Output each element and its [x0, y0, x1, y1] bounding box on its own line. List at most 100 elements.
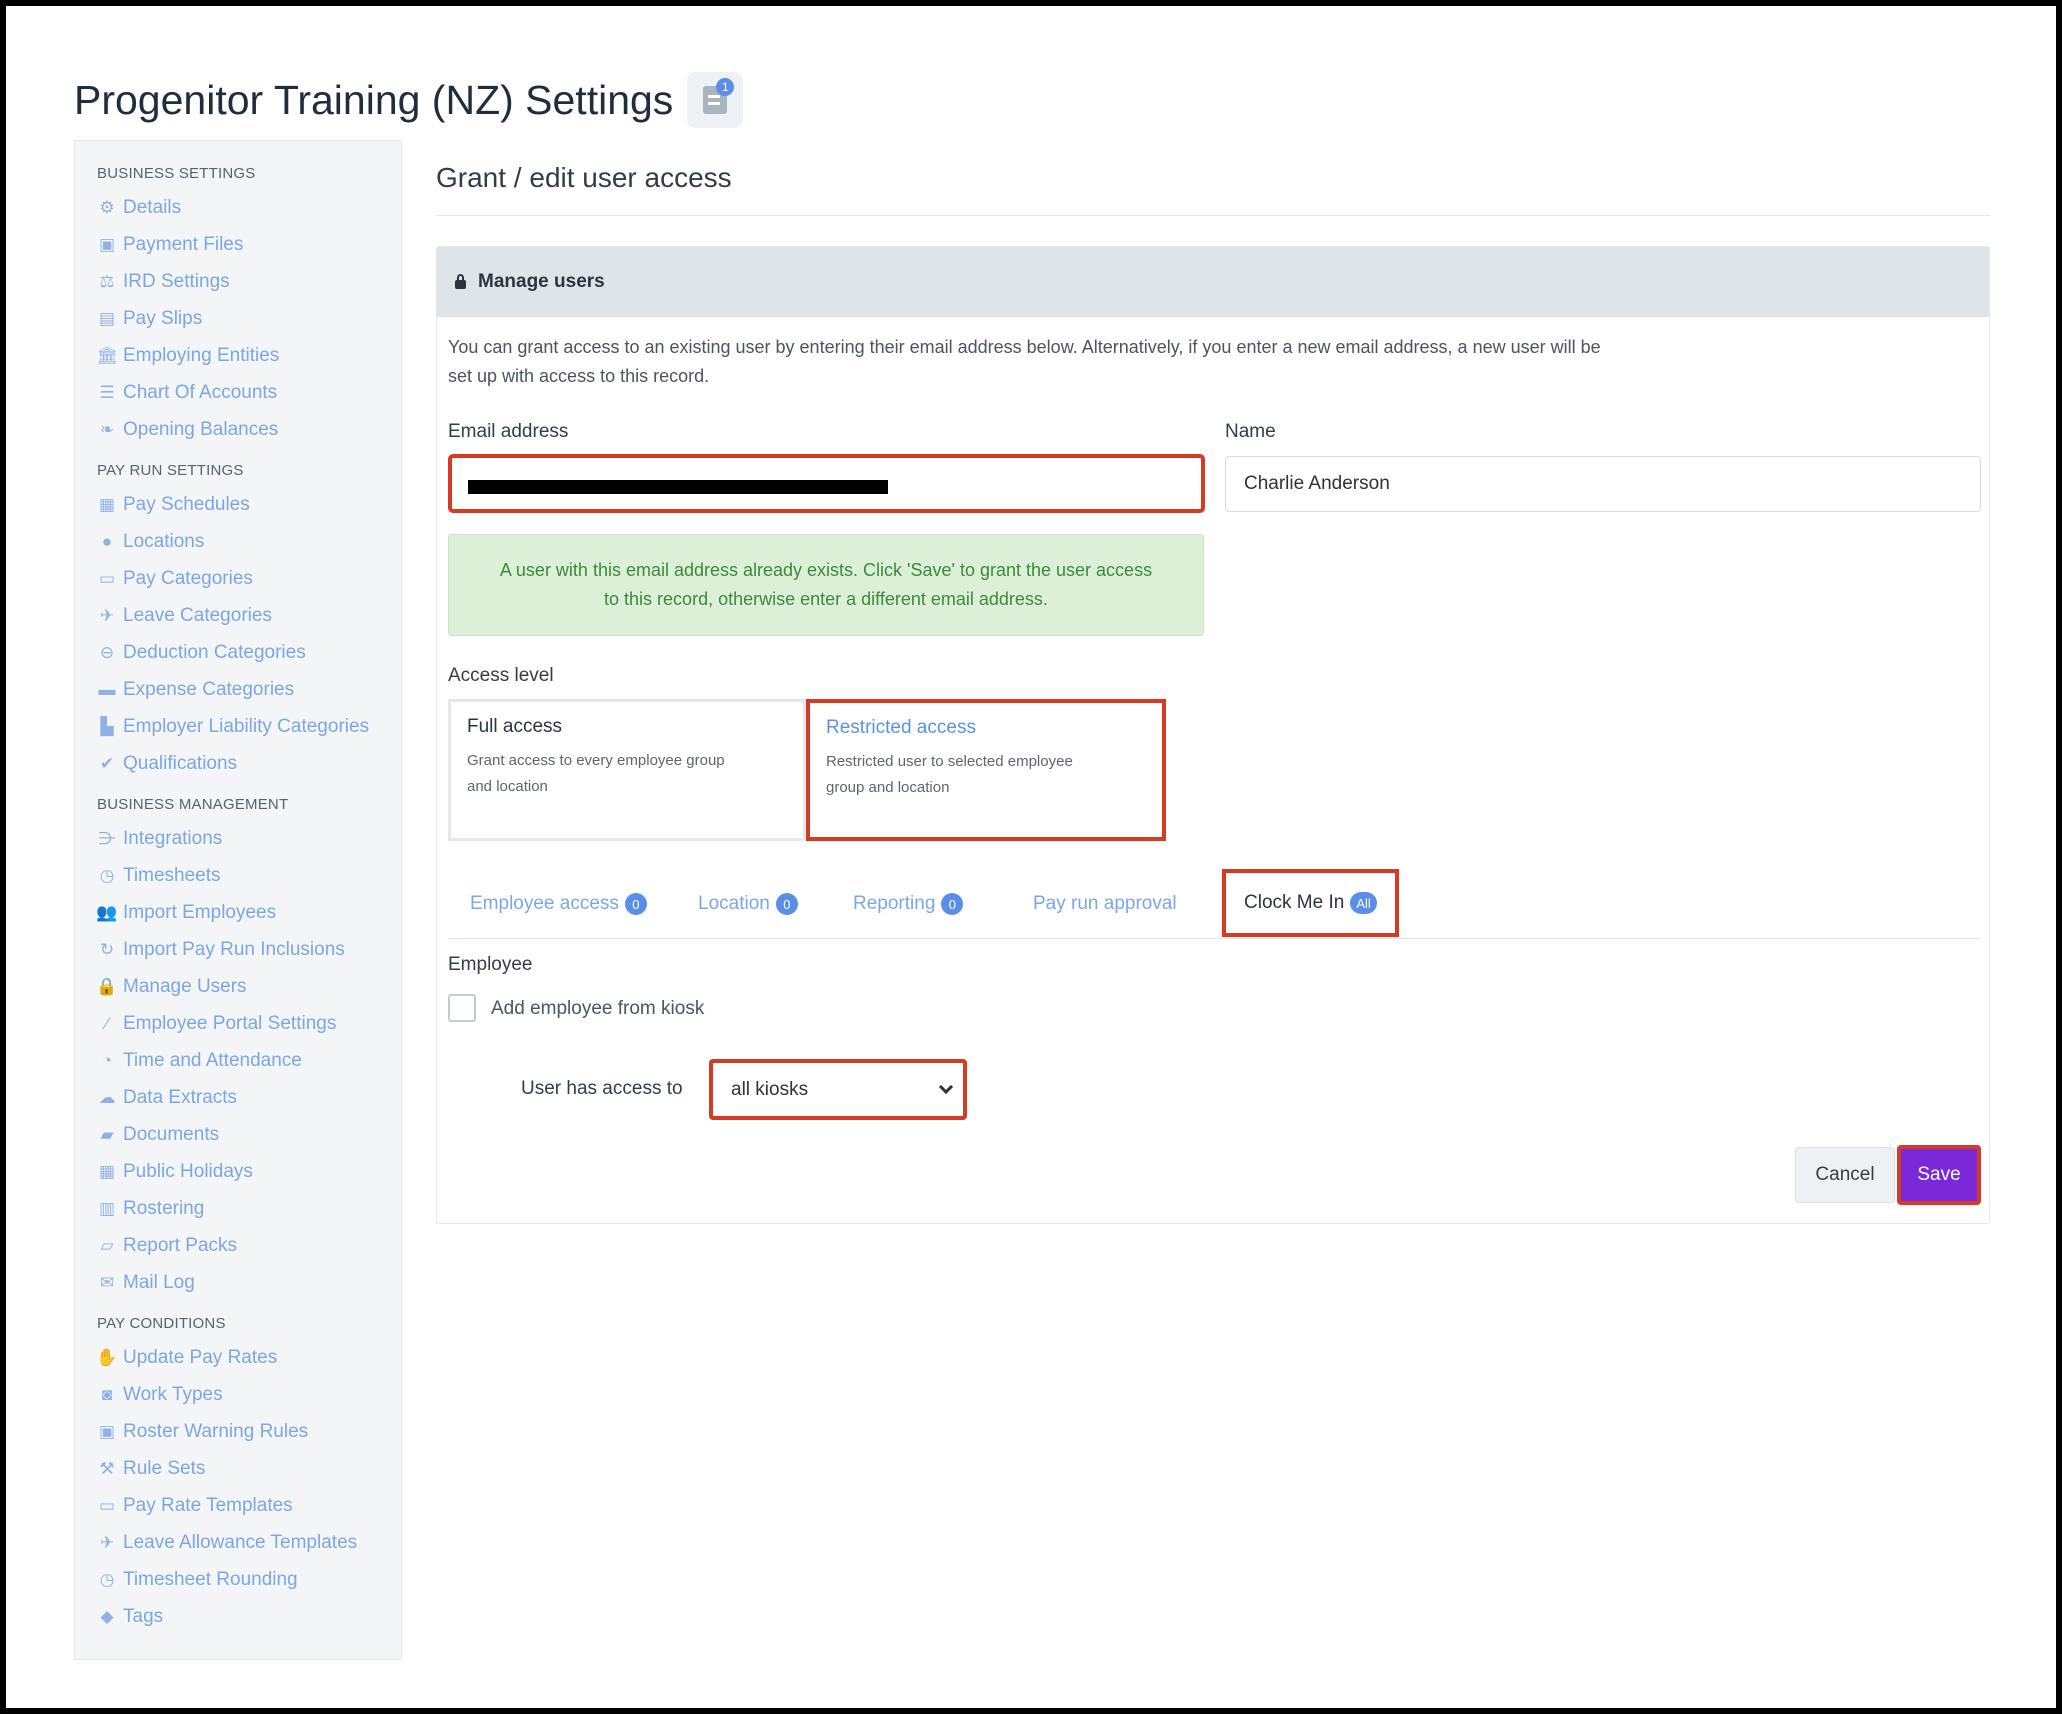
sidebar-item-label: Time and Attendance: [123, 1049, 302, 1071]
sidebar-item-timesheet-rounding[interactable]: ◷ Timesheet Rounding: [75, 1561, 401, 1598]
sidebar-item-import-pay-run-inclusions[interactable]: ↻ Import Pay Run Inclusions: [75, 931, 401, 968]
sidebar-item-employee-portal-settings[interactable]: ⁄ Employee Portal Settings: [75, 1005, 401, 1042]
access-level-options: Full access Grant access to every employ…: [448, 699, 1166, 841]
kiosk-access-select[interactable]: all kiosks: [709, 1059, 967, 1120]
floppy-icon: ▣: [98, 234, 116, 254]
sidebar-item-label: Deduction Categories: [123, 641, 306, 663]
sidebar-item-public-holidays[interactable]: ▦ Public Holidays: [75, 1153, 401, 1190]
notes-button[interactable]: 1: [687, 72, 744, 128]
sidebar-item-label: Chart Of Accounts: [123, 381, 278, 403]
tab-count-badge: 0: [624, 893, 647, 915]
sidebar-item-work-types[interactable]: ◙ Work Types: [75, 1376, 401, 1413]
tab-label: Pay run approval: [1033, 893, 1177, 914]
restricted-access-title: Restricted access: [826, 717, 976, 738]
sidebar-item-label: Employer Liability Categories: [123, 715, 370, 737]
sidebar-item-label: Expense Categories: [123, 678, 295, 700]
sidebar-item-label: Import Employees: [123, 901, 277, 923]
camera-icon: ◙: [101, 1384, 113, 1404]
stopwatch-icon: ◔: [101, 1050, 113, 1070]
sidebar-item-leave-categories[interactable]: ✈ Leave Categories: [75, 597, 401, 634]
sidebar-item-opening-balances[interactable]: ❧ Opening Balances: [75, 411, 401, 448]
sidebar-item-timesheets[interactable]: ◷ Timesheets: [75, 857, 401, 894]
sidebar-item-chart-of-accounts[interactable]: ☰ Chart Of Accounts: [75, 374, 401, 411]
tab-location[interactable]: Location 0: [698, 869, 798, 939]
name-label: Name: [1225, 421, 1276, 442]
manage-users-panel: Manage users You can grant access to an …: [436, 246, 1990, 1224]
page-title: Progenitor Training (NZ) Settings 1: [74, 72, 744, 128]
intro-line-2: set up with access to this record.: [448, 366, 710, 386]
sidebar-item-integrations[interactable]: ⋺ Integrations: [75, 820, 401, 857]
sidebar-item-label: Employee Portal Settings: [123, 1012, 337, 1034]
sidebar-item-rule-sets[interactable]: ⚒ Rule Sets: [75, 1450, 401, 1487]
sidebar-item-mail-log[interactable]: ✉ Mail Log: [75, 1264, 401, 1301]
sidebar-item-data-extracts[interactable]: ☁ Data Extracts: [75, 1079, 401, 1116]
check-icon: ✔: [99, 753, 115, 773]
existing-user-alert: A user with this email address already e…: [448, 534, 1204, 636]
sidebar-item-label: Work Types: [123, 1383, 223, 1405]
sidebar-item-label: Roster Warning Rules: [123, 1420, 309, 1442]
sidebar-item-manage-users[interactable]: 🔒 Manage Users: [75, 968, 401, 1005]
email-field[interactable]: [448, 454, 1205, 513]
sidebar-item-details[interactable]: ⚙ Details: [75, 189, 401, 226]
calendar-icon: ▦: [98, 1161, 116, 1181]
sidebar-item-documents[interactable]: ▰ Documents: [75, 1116, 401, 1153]
sidebar-item-tags[interactable]: ◆ Tags: [75, 1598, 401, 1635]
sidebar-item-time-and-attendance[interactable]: ◔ Time and Attendance: [75, 1042, 401, 1079]
sidebar-item-label: Data Extracts: [123, 1086, 238, 1108]
sidebar-item-qualifications[interactable]: ✔ Qualifications: [75, 745, 401, 782]
sidebar-item-payment-files[interactable]: ▣ Payment Files: [75, 226, 401, 263]
redacted-email: [468, 480, 888, 494]
sidebar-item-label: Opening Balances: [123, 418, 279, 440]
sidebar-item-ird-settings[interactable]: ⚖ IRD Settings: [75, 263, 401, 300]
lock-icon: 🔒: [96, 976, 118, 996]
sidebar-item-pay-rate-templates[interactable]: ▭ Pay Rate Templates: [75, 1487, 401, 1524]
bar-chart-icon: ▙: [100, 716, 114, 736]
alert-line-1: A user with this email address already e…: [499, 560, 1153, 580]
folder-open-icon: ▱: [100, 1235, 114, 1255]
tab-employee-access[interactable]: Employee access 0: [470, 869, 647, 939]
sidebar-item-roster-warning-rules[interactable]: ▣ Roster Warning Rules: [75, 1413, 401, 1450]
sidebar-item-update-pay-rates[interactable]: ✋ Update Pay Rates: [75, 1339, 401, 1376]
sidebar-item-expense-categories[interactable]: ▬ Expense Categories: [75, 671, 401, 708]
restricted-access-option[interactable]: Restricted access Restricted user to sel…: [806, 699, 1166, 841]
full-access-option[interactable]: Full access Grant access to every employ…: [448, 699, 806, 841]
integrations-icon: ⋺: [98, 828, 116, 848]
save-button[interactable]: Save: [1897, 1145, 1981, 1205]
sidebar-item-pay-slips[interactable]: ▤ Pay Slips: [75, 300, 401, 337]
calendar-alt-icon: ▥: [98, 1198, 116, 1218]
page-title-text: Progenitor Training (NZ) Settings: [74, 76, 674, 123]
tab-label: Location: [698, 893, 770, 914]
tab-label: Clock Me In: [1244, 892, 1345, 913]
sidebar-item-label: IRD Settings: [123, 270, 230, 292]
calendar-warning-icon: ▣: [98, 1421, 116, 1441]
tab-count-badge: 0: [941, 893, 964, 915]
gear-icon: ⚙: [99, 197, 115, 217]
tab-pay-run-approval[interactable]: Pay run approval: [1033, 869, 1177, 939]
name-field[interactable]: [1225, 456, 1981, 512]
tab-reporting[interactable]: Reporting 0: [853, 869, 964, 939]
sidebar-item-employer-liability-categories[interactable]: ▙ Employer Liability Categories: [75, 708, 401, 745]
scale-icon: ⚖: [99, 271, 115, 291]
sidebar-item-label: Timesheets: [123, 864, 221, 886]
sidebar-heading: PAY CONDITIONS: [97, 1315, 226, 1332]
money-icon: ▭: [98, 568, 116, 588]
tab-label: Employee access: [470, 893, 619, 914]
sidebar-item-pay-schedules[interactable]: ▦ Pay Schedules: [75, 486, 401, 523]
access-level-label: Access level: [448, 665, 554, 686]
sidebar-item-label: Update Pay Rates: [123, 1346, 278, 1368]
sidebar-heading: BUSINESS SETTINGS: [97, 165, 256, 182]
sidebar-item-label: Leave Categories: [123, 604, 272, 626]
sidebar-item-employing-entities[interactable]: 🏛 Employing Entities: [75, 337, 401, 374]
tab-clock-me-in[interactable]: Clock Me In All: [1222, 869, 1399, 937]
sidebar-item-deduction-categories[interactable]: ⊖ Deduction Categories: [75, 634, 401, 671]
add-employee-checkbox[interactable]: [448, 994, 476, 1022]
sidebar-item-locations[interactable]: ● Locations: [75, 523, 401, 560]
sidebar-item-pay-categories[interactable]: ▭ Pay Categories: [75, 560, 401, 597]
cancel-button[interactable]: Cancel: [1795, 1147, 1895, 1203]
sidebar-item-rostering[interactable]: ▥ Rostering: [75, 1190, 401, 1227]
sidebar-item-report-packs[interactable]: ▱ Report Packs: [75, 1227, 401, 1264]
sidebar-item-leave-allowance-templates[interactable]: ✈ Leave Allowance Templates: [75, 1524, 401, 1561]
sidebar-item-label: Timesheet Rounding: [123, 1568, 298, 1590]
intro-text: You can grant access to an existing user…: [448, 333, 1748, 391]
sidebar-item-import-employees[interactable]: 👥 Import Employees: [75, 894, 401, 931]
